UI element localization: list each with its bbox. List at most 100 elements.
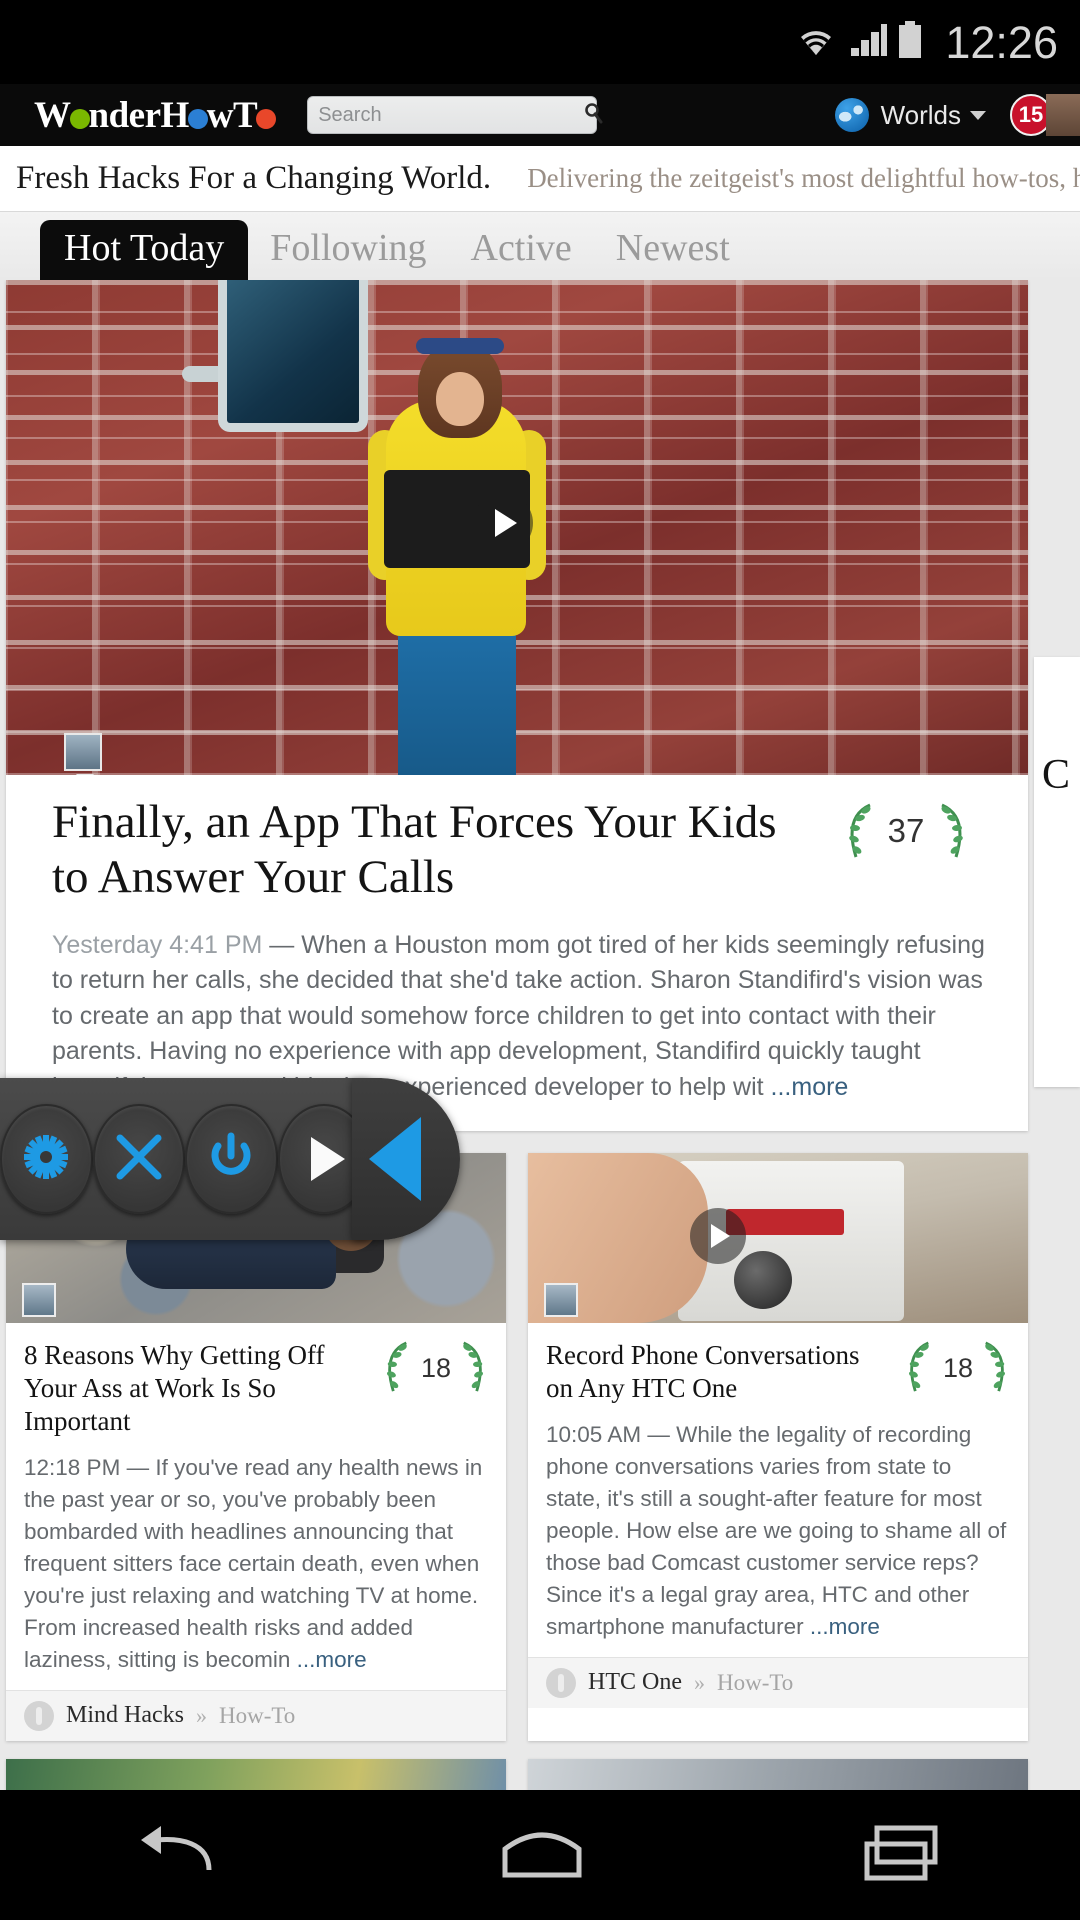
poster-avatar[interactable] [64, 733, 102, 771]
back-nav-button[interactable] [139, 1824, 221, 1887]
card-dash: — [120, 1455, 156, 1481]
hero-timestamp: Yesterday 4:41 PM [52, 930, 263, 959]
hero-score-value: 37 [887, 812, 925, 849]
logo-red-dot [256, 108, 277, 129]
power-button[interactable] [185, 1104, 278, 1214]
laurel-wreath-left-icon [384, 1339, 412, 1395]
breadcrumb-separator: » [195, 1702, 207, 1728]
logo-w2: w [206, 94, 234, 136]
status-badge: 18 [384, 1339, 488, 1397]
tab-active[interactable]: Active [449, 222, 594, 280]
overlay-collapse-handle[interactable] [352, 1078, 460, 1240]
card-image-htc-one[interactable] [528, 1153, 1028, 1324]
recents-nav-button[interactable] [863, 1824, 941, 1887]
poster-avatar[interactable] [22, 1283, 56, 1318]
card-timestamp: 12:18 PM [24, 1455, 121, 1481]
play-icon[interactable] [473, 493, 533, 553]
hero-article-title[interactable]: Finally, an App That Forces Your Kids to… [52, 795, 792, 906]
avatar[interactable] [1046, 94, 1080, 136]
card-more-link[interactable]: ...more [297, 1647, 367, 1672]
search-input[interactable] [318, 103, 584, 127]
breadcrumb-separator: » [693, 1669, 705, 1695]
card-score-value: 18 [942, 1352, 974, 1383]
card-excerpt: 10:05 AM — While the legality of recordi… [546, 1419, 1010, 1643]
logo-green-dot [69, 108, 90, 129]
android-status-bar: 12:26 [0, 0, 1080, 84]
globe-icon[interactable] [834, 98, 869, 132]
hero-dash: — [262, 930, 302, 959]
person-legs [398, 626, 516, 775]
status-bar-clock: 12:26 [945, 16, 1058, 68]
close-button[interactable] [92, 1104, 185, 1214]
hero-more-link[interactable]: ...more [771, 1073, 849, 1101]
tagline-headline: Fresh Hacks For a Changing World. [16, 160, 492, 196]
phone-screen: 12:26 WnderHwT Worlds 15 Fresh Hacks For… [0, 0, 1080, 1920]
card-more-link[interactable]: ...more [810, 1614, 880, 1639]
world-icon [24, 1700, 54, 1731]
laurel-wreath-right-icon [982, 1339, 1010, 1395]
home-nav-button[interactable] [499, 1827, 585, 1884]
logo-h: H [160, 94, 190, 136]
card-title[interactable]: 8 Reasons Why Getting Off Your Ass at Wo… [24, 1339, 354, 1438]
person-face [436, 372, 484, 426]
card-body: 8 Reasons Why Getting Off Your Ass at Wo… [6, 1323, 506, 1689]
list-item[interactable]: 8 Reasons Why Getting Off Your Ass at Wo… [6, 1153, 506, 1741]
peek-card-partial-title: C [1042, 752, 1071, 798]
back-arrow-icon [139, 1825, 221, 1886]
hero-article-image[interactable] [6, 280, 1028, 775]
play-icon[interactable] [690, 1208, 746, 1265]
power-icon [206, 1132, 256, 1187]
android-nav-bar [0, 1790, 1080, 1920]
wifi-icon [793, 22, 839, 63]
app-header-bar: WnderHwT Worlds 15 [0, 84, 1080, 146]
card-timestamp: 10:05 AM [546, 1422, 642, 1448]
card-world-label[interactable]: Mind Hacks [66, 1702, 184, 1729]
feed-tab-bar: Hot Today Following Active Newest [0, 212, 1080, 280]
floating-overlay-toolbar[interactable] [0, 1078, 460, 1240]
article-card-row: 8 Reasons Why Getting Off Your Ass at Wo… [6, 1153, 1080, 1741]
card-world-label[interactable]: HTC One [588, 1669, 682, 1696]
peek-card-right[interactable]: C [1034, 657, 1080, 1087]
card-title[interactable]: Record Phone Conversations on Any HTC On… [546, 1339, 876, 1405]
battery-icon [897, 20, 923, 64]
worlds-menu-label[interactable]: Worlds [881, 100, 961, 131]
world-icon [546, 1667, 576, 1698]
settings-button[interactable] [0, 1104, 93, 1214]
card-footer: Mind Hacks » How-To [6, 1689, 506, 1741]
card-type-label[interactable]: How-To [219, 1703, 295, 1729]
play-icon [310, 1137, 345, 1181]
laurel-wreath-right-icon [938, 801, 966, 861]
overlay-button-bar [0, 1078, 370, 1240]
card-score-value: 18 [420, 1352, 452, 1383]
tab-hot-today[interactable]: Hot Today [40, 220, 249, 280]
list-item[interactable]: Record Phone Conversations on Any HTC On… [528, 1153, 1028, 1741]
status-badge: 37 [846, 797, 966, 865]
settings-gear-icon [22, 1133, 70, 1186]
logo-blue-dot [187, 108, 208, 129]
card-type-label[interactable]: How-To [717, 1670, 793, 1696]
logo-t: T [233, 94, 258, 136]
search-icon[interactable] [583, 102, 605, 129]
laurel-wreath-left-icon [846, 801, 874, 861]
hero-article-card[interactable]: Finally, an App That Forces Your Kids to… [6, 280, 1028, 1132]
chevron-down-icon[interactable] [970, 110, 986, 120]
card-excerpt: 12:18 PM — If you've read any health new… [24, 1452, 488, 1676]
app-header-actions: Worlds 15 [834, 94, 1080, 136]
wonderhowto-logo[interactable]: Wnder Hw T [34, 94, 277, 137]
person-headband [416, 338, 504, 354]
tab-newest[interactable]: Newest [594, 222, 752, 280]
tagline-subline: Delivering the zeitgeist's most delightf… [527, 163, 1080, 193]
collapse-left-triangle-icon [369, 1117, 421, 1201]
home-icon [499, 1832, 585, 1883]
card-body-text: If you've read any health news in the pa… [24, 1455, 483, 1672]
tab-following[interactable]: Following [248, 222, 448, 280]
recents-icon [863, 1825, 941, 1886]
card-footer: HTC One » How-To [528, 1656, 1028, 1708]
poster-avatar[interactable] [544, 1283, 578, 1318]
switch-knob [734, 1251, 792, 1310]
site-tagline-bar: Fresh Hacks For a Changing World. Delive… [0, 146, 1080, 212]
status-badge: 18 [906, 1339, 1010, 1397]
cellular-signal-icon [849, 22, 888, 63]
search-box[interactable] [307, 96, 603, 134]
laurel-wreath-left-icon [906, 1339, 934, 1395]
